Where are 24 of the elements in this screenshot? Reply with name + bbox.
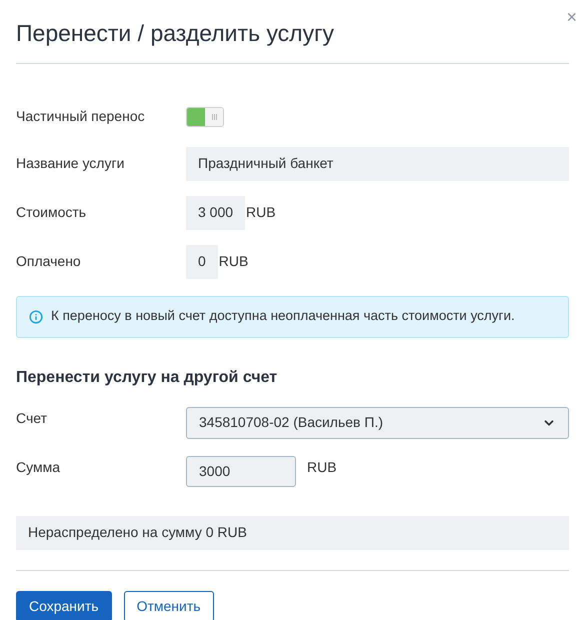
- currency-label: RUB: [307, 458, 337, 476]
- amount-field: 3 000: [186, 196, 246, 230]
- field-label: Оплачено: [16, 252, 82, 271]
- field-label: Счет: [16, 409, 48, 428]
- field-label: Стоимость: [16, 203, 88, 222]
- field-label: Название услуги: [16, 154, 126, 173]
- info-icon: [29, 310, 43, 324]
- toggle-switch[interactable]: [186, 106, 224, 126]
- sum-input[interactable]: 3000: [186, 456, 296, 486]
- save-button[interactable]: Сохранить: [16, 590, 112, 620]
- account-select[interactable]: 345810708-02 (Васильев П.): [186, 406, 569, 438]
- currency-label: RUB: [218, 252, 248, 271]
- cancel-button[interactable]: Отменить: [124, 590, 214, 620]
- grip-icon: [212, 114, 216, 120]
- dialog-title: Перенести / разделить услугу: [16, 19, 334, 48]
- service-name-field: Праздничный банкет: [186, 146, 569, 180]
- currency-label: RUB: [246, 203, 276, 222]
- field-label: Сумма: [16, 458, 61, 477]
- info-text: К переносу в новый счет доступна неоплаченная часть стоимости услуги.: [51, 307, 515, 326]
- section-title: Перенести услугу на другой счет: [16, 368, 278, 388]
- field-label: Частичный перенос: [16, 107, 146, 126]
- close-button[interactable]: ×: [566, 8, 577, 26]
- amount-field: 0: [186, 244, 218, 278]
- unallocated-bar: Нераспределено на сумму 0 RUB: [16, 516, 569, 550]
